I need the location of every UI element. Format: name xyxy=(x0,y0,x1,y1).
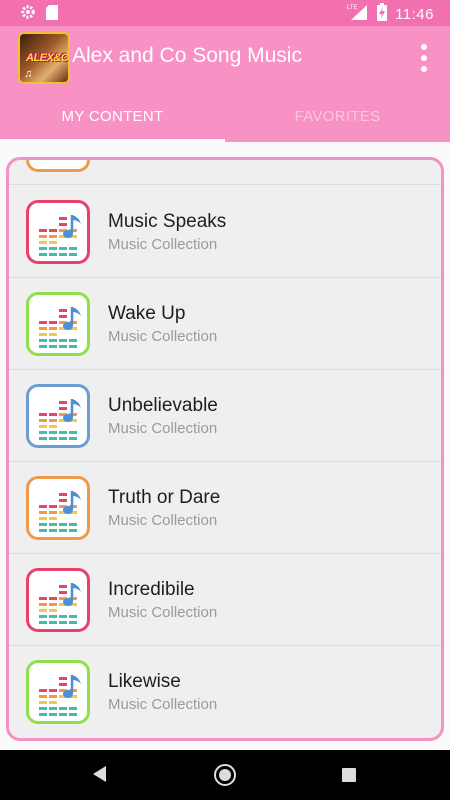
svg-text:LTE: LTE xyxy=(347,5,358,11)
equalizer-icon xyxy=(26,200,90,264)
equalizer-icon xyxy=(26,660,90,724)
tab-bar: MY CONTENT FAVORITES xyxy=(0,90,450,142)
battery-charging-icon xyxy=(377,3,388,25)
gear-icon xyxy=(20,4,36,25)
navigation-bar xyxy=(0,750,450,800)
overflow-menu-icon[interactable] xyxy=(412,42,436,74)
song-list[interactable]: Music Speaks Music Collection Wake Up Mu… xyxy=(6,157,444,741)
status-time: 11:46 xyxy=(395,5,434,23)
song-subtitle: Music Collection xyxy=(108,420,218,437)
home-icon[interactable] xyxy=(214,764,236,786)
lte-signal-icon: LTE xyxy=(347,3,369,25)
song-title: Likewise xyxy=(108,671,181,692)
app-logo: ALEX&CO ♫ xyxy=(18,32,70,84)
tab-my-content[interactable]: MY CONTENT xyxy=(0,90,225,142)
app-title: Alex and Co Song Music xyxy=(72,44,302,67)
song-subtitle: Music Collection xyxy=(108,236,218,253)
song-title: Wake Up xyxy=(108,303,186,324)
song-title: Music Speaks xyxy=(108,211,227,232)
equalizer-icon xyxy=(26,476,90,540)
back-icon[interactable] xyxy=(92,765,108,788)
logo-text: ALEX&CO xyxy=(26,52,69,64)
list-item[interactable]: Wake Up Music Collection xyxy=(9,278,441,370)
app-bar: ALEX&CO ♫ Alex and Co Song Music xyxy=(0,26,450,90)
song-title: Unbelievable xyxy=(108,395,218,416)
song-subtitle: Music Collection xyxy=(108,512,218,529)
list-item[interactable]: Likewise Music Collection xyxy=(9,646,441,738)
equalizer-icon xyxy=(26,384,90,448)
list-item[interactable]: Unbelievable Music Collection xyxy=(9,370,441,462)
list-item[interactable]: Truth or Dare Music Collection xyxy=(9,462,441,554)
list-item[interactable]: Music Speaks Music Collection xyxy=(9,186,441,278)
status-bar: LTE 11:46 xyxy=(0,0,450,26)
equalizer-icon xyxy=(26,568,90,632)
equalizer-icon xyxy=(26,292,90,356)
tab-favorites[interactable]: FAVORITES xyxy=(225,90,450,142)
song-subtitle: Music Collection xyxy=(108,604,218,621)
recent-apps-icon[interactable] xyxy=(342,768,356,782)
sd-card-icon xyxy=(46,4,58,25)
list-item-partial[interactable] xyxy=(9,160,441,185)
song-subtitle: Music Collection xyxy=(108,328,218,345)
song-title: Incredibile xyxy=(108,579,195,600)
song-title: Truth or Dare xyxy=(108,487,221,508)
song-subtitle: Music Collection xyxy=(108,696,218,713)
music-note-icon: ♫ xyxy=(24,68,33,80)
list-item[interactable]: Incredibile Music Collection xyxy=(9,554,441,646)
equalizer-icon xyxy=(26,160,90,172)
